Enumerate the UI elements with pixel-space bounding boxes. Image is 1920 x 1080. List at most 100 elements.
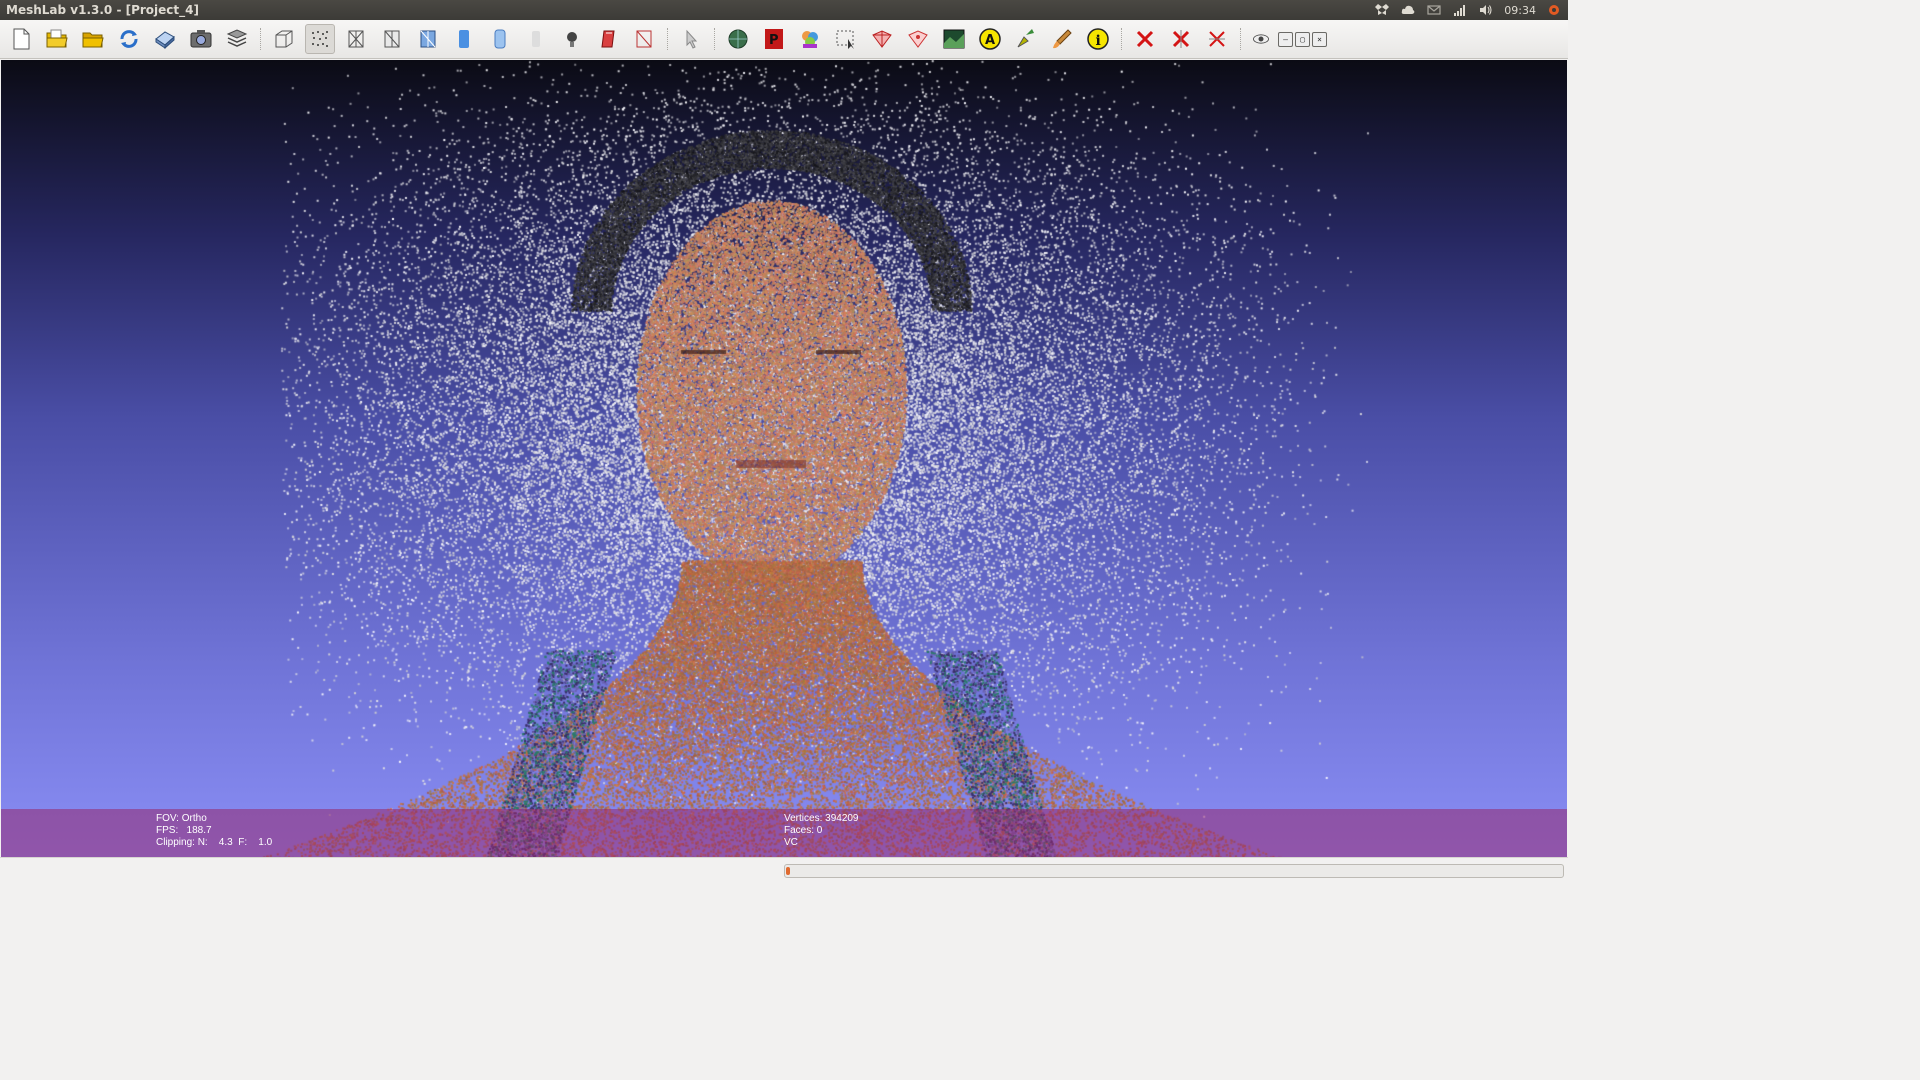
color-mode-label: VC: [784, 837, 798, 848]
flat-button[interactable]: [449, 24, 479, 54]
color-paint-button[interactable]: [795, 24, 825, 54]
svg-text:A: A: [985, 33, 995, 48]
minimize-icon[interactable]: –: [1278, 31, 1293, 47]
points-icon: [312, 31, 328, 47]
info-button[interactable]: i: [1083, 24, 1113, 54]
clock[interactable]: 09:34: [1504, 4, 1536, 17]
export-mesh-icon: [155, 31, 175, 50]
snapshot-icon: [190, 30, 212, 48]
mesh-info: Vertices: 394209 Faces: 0 VC: [784, 813, 859, 849]
network-signal-icon[interactable]: [1452, 3, 1468, 17]
texture-icon: [532, 31, 540, 47]
open-project-icon: [46, 29, 68, 48]
back-face-button[interactable]: [629, 24, 659, 54]
pick-points-button[interactable]: [1011, 24, 1041, 54]
toolbar-separator: [667, 28, 670, 50]
pick-points-icon: [1017, 29, 1034, 48]
faces-label: Faces: 0: [784, 825, 823, 836]
select-area-icon: [836, 30, 854, 49]
new-project-icon: [13, 28, 30, 50]
toolbar-separator: [1240, 28, 1243, 50]
raster-icon: [943, 29, 965, 49]
delete-face-button[interactable]: [1166, 24, 1196, 54]
points-button[interactable]: [305, 24, 335, 54]
restore-icon[interactable]: ▢: [1295, 31, 1310, 47]
title-bar: MeshLab v1.3.0 - [Project_4] 09:34: [0, 0, 1568, 20]
select-area-button[interactable]: [831, 24, 861, 54]
texture-button[interactable]: [521, 24, 551, 54]
reload-button[interactable]: [114, 24, 144, 54]
mail-icon[interactable]: [1426, 3, 1442, 17]
flat-icon: [459, 30, 469, 48]
edit-vertex-icon: [908, 30, 928, 48]
fps-label: FPS: 188.7: [156, 825, 212, 836]
delete-vertex-button[interactable]: [1130, 24, 1160, 54]
toolbar-separator: [1121, 28, 1124, 50]
flat-lines-icon: [420, 30, 436, 48]
open-project-button[interactable]: [42, 24, 72, 54]
wireframe-icon: [348, 30, 364, 48]
select-button[interactable]: [676, 24, 706, 54]
layers-icon: [226, 29, 248, 47]
select-icon: [686, 29, 698, 49]
power-gear-icon[interactable]: [1546, 3, 1562, 17]
bounding-box-button[interactable]: [269, 24, 299, 54]
status-bar: [0, 857, 1568, 883]
align-icon: A: [979, 28, 1001, 50]
new-project-button[interactable]: [6, 24, 36, 54]
back-face-icon: [636, 30, 652, 48]
sphere-button[interactable]: [723, 24, 753, 54]
light-button[interactable]: [557, 24, 587, 54]
pdf-button[interactable]: P: [759, 24, 789, 54]
raster-button[interactable]: [939, 24, 969, 54]
import-mesh-button[interactable]: [78, 24, 108, 54]
edit-vertex-button[interactable]: [903, 24, 933, 54]
toolbar-separator: [714, 28, 717, 50]
system-tray: 09:34: [1374, 0, 1568, 20]
light-icon: [567, 32, 577, 47]
svg-text:P: P: [769, 33, 779, 48]
toolbar-separator: [260, 28, 263, 50]
delete-vertex-icon: [1136, 30, 1154, 48]
info-icon: i: [1087, 28, 1109, 50]
dropbox-icon[interactable]: [1374, 3, 1390, 17]
bounding-box-icon: [275, 30, 293, 48]
cloud-icon[interactable]: [1400, 3, 1416, 17]
view-info: FOV: Ortho FPS: 188.7 Clipping: N: 4.3 F…: [156, 813, 272, 849]
clipping-label: Clipping: N: 4.3 F: 1.0: [156, 837, 273, 848]
svg-text:i: i: [1096, 33, 1101, 49]
smooth-button[interactable]: [485, 24, 515, 54]
sphere-icon: [728, 29, 748, 49]
double-side-icon: [601, 30, 615, 48]
fov-label: FOV: Ortho: [156, 813, 207, 824]
edit-face-button[interactable]: [867, 24, 897, 54]
hidden-lines-icon: [384, 30, 400, 48]
paint-brush-button[interactable]: [1047, 24, 1077, 54]
double-side-button[interactable]: [593, 24, 623, 54]
progress-bar: [784, 864, 1564, 878]
eye-icon: [1253, 34, 1269, 44]
wireframe-button[interactable]: [341, 24, 371, 54]
paint-brush-icon: [1053, 29, 1072, 49]
export-mesh-button[interactable]: [150, 24, 180, 54]
align-button[interactable]: A: [975, 24, 1005, 54]
vertices-label: Vertices: 394209: [784, 813, 859, 824]
snapshot-button[interactable]: [186, 24, 216, 54]
eye-button[interactable]: [1249, 24, 1273, 54]
layers-button[interactable]: [222, 24, 252, 54]
point-cloud-render[interactable]: [1, 60, 1567, 857]
delete-face-icon: [1172, 30, 1190, 48]
close-icon[interactable]: ×: [1312, 31, 1327, 47]
delete-both-button[interactable]: [1202, 24, 1232, 54]
flat-lines-button[interactable]: [413, 24, 443, 54]
delete-both-icon: [1209, 31, 1225, 47]
viewport-info-overlay: FOV: Ortho FPS: 188.7 Clipping: N: 4.3 F…: [1, 809, 1567, 857]
progress-fill: [786, 867, 790, 875]
import-mesh-icon: [82, 32, 104, 48]
edit-face-icon: [872, 30, 892, 48]
hidden-lines-button[interactable]: [377, 24, 407, 54]
smooth-icon: [494, 29, 506, 49]
volume-icon[interactable]: [1478, 3, 1494, 17]
3d-viewport[interactable]: FOV: Ortho FPS: 188.7 Clipping: N: 4.3 F…: [1, 60, 1567, 857]
main-toolbar: P A i – ▢ ×: [0, 20, 1568, 59]
